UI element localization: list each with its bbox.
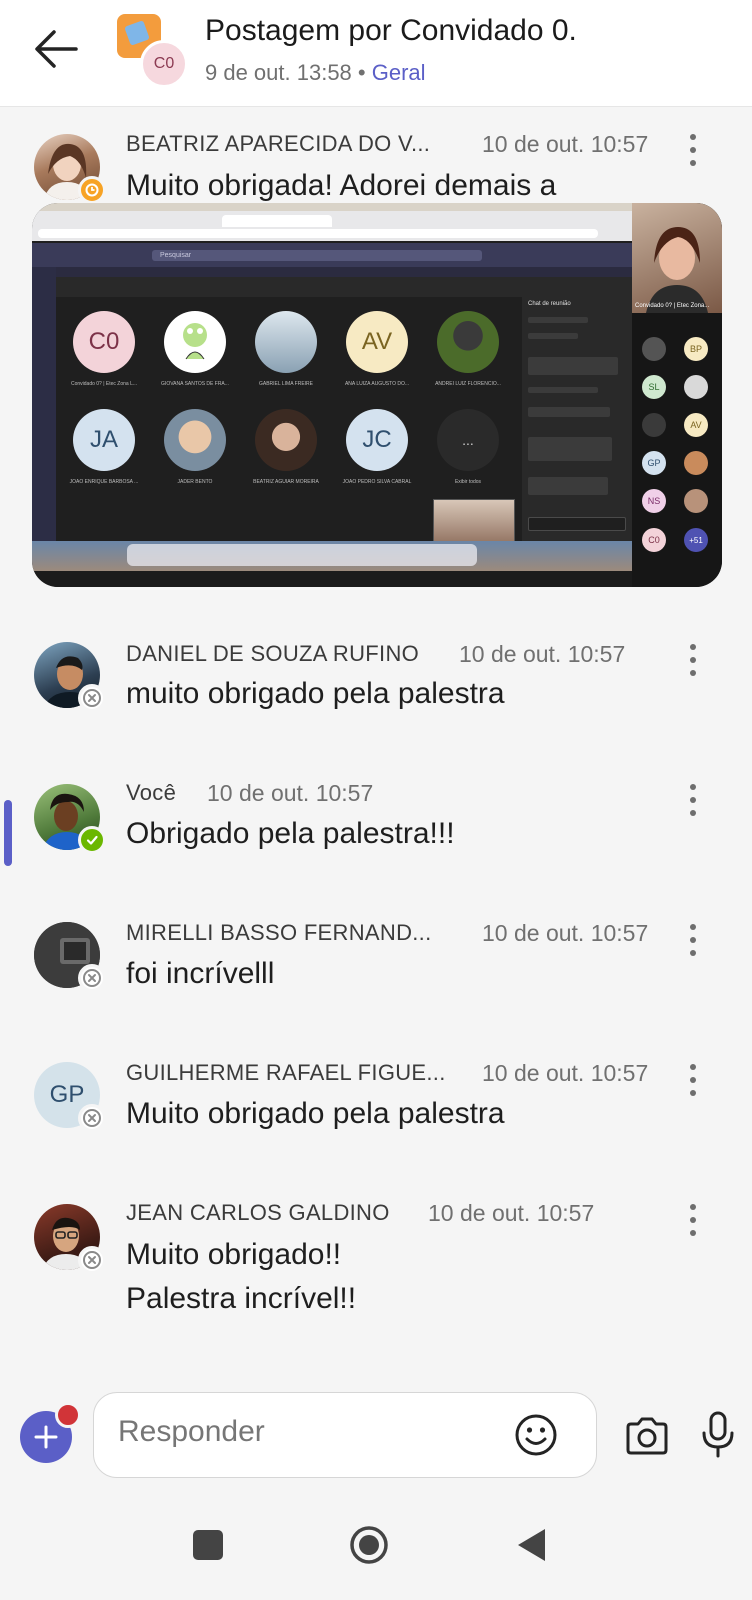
participant-name: Convidado 0? | Etec Zona L... <box>70 381 138 387</box>
participant-avatar <box>255 311 317 373</box>
offline-status-icon <box>78 964 106 992</box>
camera-icon[interactable] <box>624 1415 670 1457</box>
chat-panel-title: Chat de reunião <box>528 301 571 307</box>
more-options-icon[interactable] <box>683 1060 703 1100</box>
available-check-icon <box>78 826 106 854</box>
message-text: Palestra incrível!! <box>126 1282 357 1315</box>
teams-search: Pesquisar <box>152 250 482 261</box>
offline-status-icon <box>78 1104 106 1132</box>
participant-avatar <box>164 409 226 471</box>
microphone-icon[interactable] <box>700 1410 736 1460</box>
more-options-icon[interactable] <box>683 920 703 960</box>
message-author: JEAN CARLOS GALDINO <box>126 1200 390 1225</box>
participant-avatar: NS <box>642 489 666 513</box>
show-all-button: ... <box>437 409 499 471</box>
participant-avatar: SL <box>642 375 666 399</box>
participant-name: BEATRIZ AGUIAR MOREIRA <box>253 479 319 485</box>
post-title: Postagem por Convidado 0. <box>205 14 577 47</box>
channel-link[interactable]: Geral <box>372 60 426 85</box>
participant-avatar: C0 <box>642 528 666 552</box>
participant-name: Exibir todos <box>454 479 482 485</box>
participant-name: ANA LUIZA AUGUSTO DO... <box>344 381 410 387</box>
attached-image[interactable]: Pesquisar C0 AV Convidado 0? | Etec Zona… <box>32 203 722 587</box>
participant-name: JOAO PEDRO SILVA CABRAL <box>342 479 412 485</box>
browser-chrome <box>32 211 632 241</box>
notification-dot <box>55 1402 81 1428</box>
participant-avatar <box>164 311 226 373</box>
own-message-indicator <box>4 800 12 866</box>
participant-side-column: Convidado 0? | Etec Zona... BP SL AV GP … <box>632 203 722 587</box>
message-author: MIRELLI BASSO FERNAND... <box>126 920 432 945</box>
message-timestamp: 10 de out. 10:57 <box>482 920 649 946</box>
mac-dock <box>127 544 477 566</box>
message-text: muito obrigado pela palestra <box>126 677 505 710</box>
emoji-icon[interactable] <box>514 1413 558 1457</box>
participant-avatar: AV <box>346 311 408 373</box>
message-author: BEATRIZ APARECIDA DO V... <box>126 131 431 156</box>
participant-avatar: GP <box>642 451 666 475</box>
message-timestamp: 10 de out. 10:57 <box>482 131 649 157</box>
participant-avatar <box>255 409 317 471</box>
more-options-icon[interactable] <box>683 130 703 170</box>
message-author: GUILHERME RAFAEL FIGUE... <box>126 1060 446 1085</box>
participant-avatar: C0 <box>73 311 135 373</box>
participant-avatar: JC <box>346 409 408 471</box>
participant-name: JOAO ENRIQUE BARBOSA ... <box>69 479 139 485</box>
back-arrow-icon[interactable] <box>32 26 82 72</box>
more-options-icon[interactable] <box>683 640 703 680</box>
participant-name: GIOVANA SANTOS DE FRA... <box>161 381 229 387</box>
message-timestamp: 10 de out. 10:57 <box>482 1060 649 1086</box>
speaker-name: Convidado 0? | Etec Zona... <box>635 303 710 309</box>
desktop-dock-area <box>32 541 632 571</box>
message-timestamp: 10 de out. 10:57 <box>459 641 626 667</box>
participant-name: JADER BENTO <box>177 479 213 485</box>
message-author: Você <box>126 780 177 805</box>
teams-topbar: Pesquisar <box>32 243 632 267</box>
message-text: Muito obrigada! Adorei demais a <box>126 169 557 202</box>
system-navigation-bar <box>0 1505 752 1600</box>
app-header: C0 Postagem por Convidado 0. 9 de out. 1… <box>0 0 752 107</box>
participant-name: ANDREI LUIZ FLORENCIO... <box>435 381 501 387</box>
message-text: foi incrívelll <box>126 957 275 990</box>
more-participants-badge: +51 <box>684 528 708 552</box>
back-nav-icon[interactable] <box>515 1527 549 1563</box>
reply-placeholder: Responder <box>118 1415 265 1448</box>
meeting-chat-panel: Chat de reunião <box>522 277 632 557</box>
message-timestamp: 10 de out. 10:57 <box>428 1200 595 1226</box>
home-icon[interactable] <box>349 1525 389 1565</box>
separator-dot: • <box>357 60 366 85</box>
post-date: 9 de out. 13:58 <box>205 60 352 85</box>
participant-avatar: AV <box>684 413 708 437</box>
post-subtitle: 9 de out. 13:58 • Geral <box>205 60 426 86</box>
speaker-video: Convidado 0? | Etec Zona... <box>632 203 722 313</box>
message-text: Muito obrigado!! <box>126 1238 342 1271</box>
participant-avatar <box>437 311 499 373</box>
teams-left-rail <box>32 267 56 557</box>
participant-avatar: JA <box>73 409 135 471</box>
message-text: Obrigado pela palestra!!! <box>126 817 455 850</box>
message-author: DANIEL DE SOUZA RUFINO <box>126 641 420 666</box>
meeting-grid: C0 AV Convidado 0? | Etec Zona L... GIOV… <box>56 277 522 557</box>
away-clock-icon <box>78 176 106 204</box>
self-video-preview <box>433 499 515 547</box>
more-options-icon[interactable] <box>683 1200 703 1240</box>
offline-status-icon <box>78 684 106 712</box>
participant-avatar: BP <box>684 337 708 361</box>
more-options-icon[interactable] <box>683 780 703 820</box>
menubar <box>32 203 722 211</box>
message-timestamp: 10 de out. 10:57 <box>207 780 374 806</box>
offline-status-icon <box>78 1246 106 1274</box>
author-avatar: C0 <box>140 40 188 88</box>
message-text: Muito obrigado pela palestra <box>126 1097 505 1130</box>
reply-input[interactable]: Responder <box>93 1392 597 1478</box>
recent-apps-icon[interactable] <box>193 1530 223 1560</box>
participant-name: GABRIEL LIMA FREIRE <box>259 381 313 387</box>
